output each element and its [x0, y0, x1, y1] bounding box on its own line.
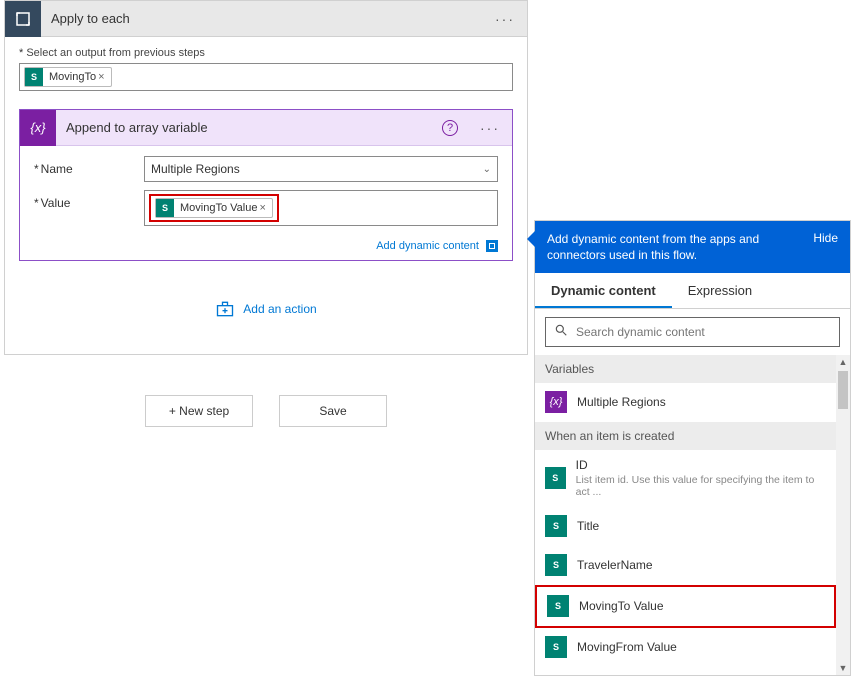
hide-link[interactable]: Hide: [813, 231, 838, 263]
token-label: MovingTo Value: [180, 202, 257, 214]
plus-icon: [215, 299, 235, 319]
tab-expression[interactable]: Expression: [672, 273, 768, 308]
token-movingto[interactable]: S MovingTo ×: [24, 67, 112, 87]
add-action-label: Add an action: [243, 302, 316, 316]
scrollbar[interactable]: ▲ ▼: [836, 355, 850, 675]
dynamic-banner-text: Add dynamic content from the apps and co…: [547, 231, 803, 263]
highlight-box: S MovingTo Value ×: [149, 194, 279, 222]
name-value: Multiple Regions: [151, 162, 240, 176]
token-label: MovingTo: [49, 71, 96, 83]
highlight-box: S MovingTo Value: [535, 585, 836, 628]
save-button[interactable]: Save: [279, 395, 387, 427]
add-dynamic-content-link[interactable]: Add dynamic content: [376, 240, 479, 252]
prev-steps-label: * Select an output from previous steps: [19, 47, 513, 59]
search-icon: [554, 323, 568, 342]
add-action-button[interactable]: Add an action: [215, 299, 316, 319]
sharepoint-icon: S: [25, 68, 43, 86]
dc-item-label: MovingTo Value: [579, 599, 664, 613]
sharepoint-icon: S: [545, 554, 567, 576]
variable-icon: {x}: [545, 391, 567, 413]
apply-more-icon[interactable]: ···: [483, 11, 527, 27]
callout-arrow-icon: [527, 231, 535, 247]
dc-item-label: MovingFrom Value: [577, 640, 677, 654]
name-dropdown[interactable]: Multiple Regions ⌄: [144, 156, 498, 182]
dc-item-movingfrom-value[interactable]: S MovingFrom Value: [535, 628, 836, 667]
section-when-item-created: When an item is created: [535, 422, 836, 450]
dc-item-title[interactable]: S Title: [535, 507, 836, 546]
help-icon[interactable]: ?: [442, 120, 458, 136]
sharepoint-icon: S: [156, 199, 174, 217]
append-title: Append to array variable: [56, 120, 442, 135]
dc-item-movingto-value[interactable]: S MovingTo Value: [537, 587, 834, 626]
value-label: *Value: [34, 190, 144, 210]
apply-to-each-card: Apply to each ··· * Select an output fro…: [4, 0, 528, 355]
search-input[interactable]: [576, 325, 831, 339]
apply-to-each-title: Apply to each: [41, 11, 483, 26]
append-more-icon[interactable]: ···: [468, 120, 512, 136]
chevron-down-icon: ⌄: [483, 164, 491, 175]
scroll-up-icon[interactable]: ▲: [836, 355, 850, 369]
dynamic-content-panel: Add dynamic content from the apps and co…: [534, 220, 851, 676]
dc-item-label: TravelerName: [577, 558, 653, 572]
dynamic-content-toggle-icon[interactable]: [486, 240, 498, 252]
new-step-button[interactable]: + New step: [145, 395, 253, 427]
tab-dynamic-content[interactable]: Dynamic content: [535, 273, 672, 308]
sharepoint-icon: S: [545, 467, 566, 489]
append-to-array-card: {x} Append to array variable ? ··· *Name…: [19, 109, 513, 261]
loop-icon: [5, 1, 41, 37]
add-dynamic-row: Add dynamic content: [20, 238, 512, 260]
prev-steps-input[interactable]: S MovingTo ×: [19, 63, 513, 91]
token-movingto-value[interactable]: S MovingTo Value ×: [155, 198, 273, 218]
sharepoint-icon: S: [547, 595, 569, 617]
scroll-down-icon[interactable]: ▼: [836, 661, 850, 675]
search-box[interactable]: [545, 317, 840, 347]
dc-item-sub: List item id. Use this value for specify…: [576, 474, 826, 498]
variable-icon: {x}: [20, 110, 56, 146]
dc-item-id[interactable]: S ID List item id. Use this value for sp…: [535, 450, 836, 507]
value-input[interactable]: S MovingTo Value ×: [144, 190, 498, 226]
name-label: *Name: [34, 156, 144, 176]
dc-item-label: Title: [577, 519, 599, 533]
token-remove-icon[interactable]: ×: [96, 71, 110, 83]
dc-item-date[interactable]: S Date: [535, 667, 836, 675]
dc-item-label: Multiple Regions: [577, 395, 666, 409]
footer-buttons: + New step Save: [4, 395, 528, 427]
append-body: *Name Multiple Regions ⌄ *Value: [20, 146, 512, 238]
dynamic-tabs: Dynamic content Expression: [535, 273, 850, 309]
sharepoint-icon: S: [545, 515, 567, 537]
dynamic-list: ▲ ▼ Variables {x} Multiple Regions When …: [535, 355, 850, 675]
token-remove-icon[interactable]: ×: [257, 202, 271, 214]
apply-body: * Select an output from previous steps S…: [5, 37, 527, 354]
append-header: {x} Append to array variable ? ···: [20, 110, 512, 146]
dc-item-multiple-regions[interactable]: {x} Multiple Regions: [535, 383, 836, 422]
search-wrap: [535, 309, 850, 355]
add-action-row: Add an action: [19, 261, 513, 338]
section-variables: Variables: [535, 355, 836, 383]
apply-to-each-header: Apply to each ···: [5, 1, 527, 37]
dc-item-travelername[interactable]: S TravelerName: [535, 546, 836, 585]
dynamic-banner: Add dynamic content from the apps and co…: [535, 221, 850, 273]
sharepoint-icon: S: [545, 636, 567, 658]
scroll-thumb[interactable]: [838, 371, 848, 409]
dc-item-label: ID: [576, 458, 826, 472]
